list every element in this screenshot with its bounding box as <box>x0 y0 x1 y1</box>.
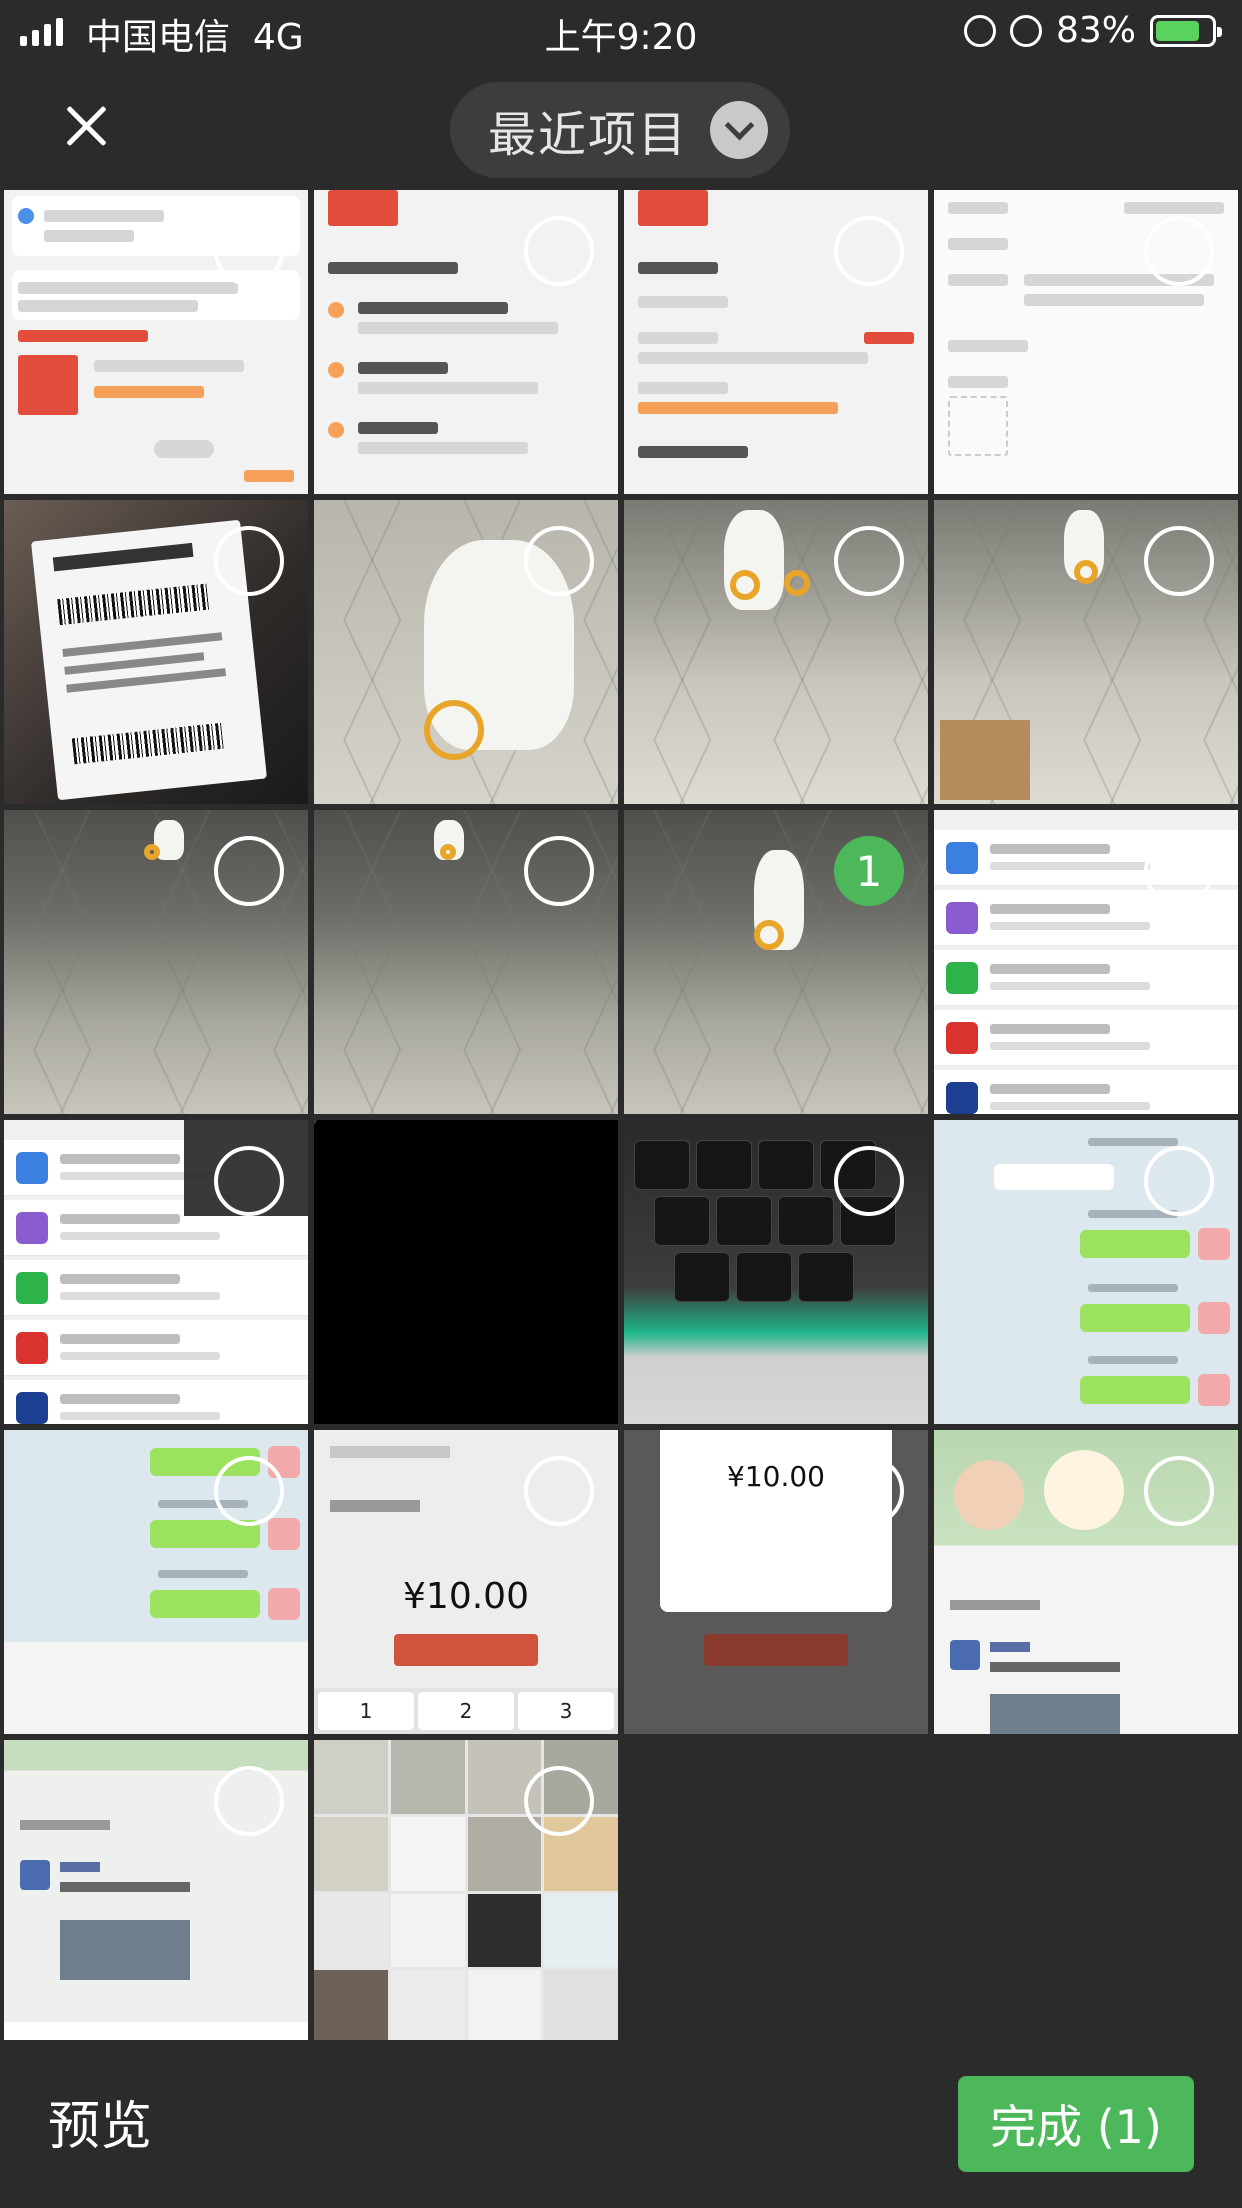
chevron-down-icon <box>710 101 769 159</box>
alarm-icon <box>1009 14 1042 47</box>
select-toggle[interactable] <box>1144 216 1214 286</box>
select-toggle[interactable] <box>524 526 594 596</box>
photo-thumbnail[interactable] <box>934 1120 1238 1424</box>
select-toggle[interactable] <box>834 1146 904 1216</box>
photo-thumbnail[interactable]: ¥10.00 <box>624 1430 928 1734</box>
photo-thumbnail[interactable] <box>314 810 618 1114</box>
select-toggle[interactable] <box>1144 526 1214 596</box>
select-toggle[interactable] <box>214 216 284 286</box>
select-toggle[interactable] <box>524 216 594 286</box>
photo-thumbnail[interactable] <box>314 500 618 804</box>
redpacket-amount: ¥10.00 <box>403 1576 529 1617</box>
select-toggle[interactable] <box>214 1456 284 1526</box>
album-label: 最近项目 <box>488 107 689 163</box>
photo-thumbnail[interactable] <box>934 1430 1238 1734</box>
select-toggle[interactable] <box>524 1766 594 1836</box>
photo-thumbnail[interactable]: ¥10.00 1 2 3 <box>314 1430 618 1734</box>
select-toggle[interactable] <box>214 1766 284 1836</box>
done-button[interactable]: 完成 (1) <box>958 2076 1194 2172</box>
status-right: 83% <box>963 10 1222 51</box>
photo-thumbnail-redacted[interactable] <box>314 1120 618 1424</box>
photo-thumbnail[interactable]: 1 <box>624 810 928 1114</box>
photo-thumbnail[interactable] <box>934 190 1238 494</box>
photo-thumbnail[interactable] <box>4 1430 308 1734</box>
photo-thumbnail[interactable] <box>624 500 928 804</box>
select-toggle[interactable] <box>1144 1146 1214 1216</box>
numpad-key: 2 <box>418 1692 514 1730</box>
photo-thumbnail[interactable] <box>314 1740 618 2044</box>
select-toggle[interactable] <box>214 836 284 906</box>
picker-header: 最近项目 <box>0 62 1242 190</box>
photo-thumbnail[interactable] <box>4 1740 308 2044</box>
select-toggle[interactable] <box>524 836 594 906</box>
preview-button[interactable]: 预览 <box>48 2084 152 2159</box>
photo-thumbnail[interactable] <box>4 190 308 494</box>
battery-percent: 83% <box>1055 10 1136 51</box>
battery-icon <box>1150 14 1222 47</box>
photo-thumbnail[interactable] <box>4 1120 308 1424</box>
select-toggle[interactable] <box>834 216 904 286</box>
select-toggle[interactable] <box>834 526 904 596</box>
photo-thumbnail[interactable] <box>934 810 1238 1114</box>
select-toggle[interactable] <box>1144 836 1214 906</box>
photo-thumbnail[interactable] <box>314 190 618 494</box>
close-icon[interactable] <box>52 92 120 160</box>
photo-thumbnail[interactable] <box>4 500 308 804</box>
photo-thumbnail[interactable] <box>934 500 1238 804</box>
select-toggle[interactable] <box>214 526 284 596</box>
numpad-key: 3 <box>518 1692 614 1730</box>
picker-footer: 预览 完成 (1) <box>0 2040 1242 2208</box>
selection-badge[interactable]: 1 <box>834 836 904 906</box>
select-toggle[interactable] <box>1144 1456 1214 1526</box>
album-selector[interactable]: 最近项目 <box>450 82 790 178</box>
photo-thumbnail[interactable] <box>4 810 308 1114</box>
photo-thumbnail[interactable] <box>624 190 928 494</box>
photo-thumbnail[interactable] <box>624 1120 928 1424</box>
rotation-lock-icon <box>963 14 996 47</box>
status-bar: 中国电信 4G 上午9:20 83% <box>0 0 1242 62</box>
select-toggle[interactable] <box>214 1146 284 1216</box>
numpad-key: 1 <box>318 1692 414 1730</box>
select-toggle[interactable] <box>834 1456 904 1526</box>
select-toggle[interactable] <box>524 1456 594 1526</box>
photo-grid: 1 ¥10.00 1 2 3 ¥10.00 <box>4 190 1238 2044</box>
